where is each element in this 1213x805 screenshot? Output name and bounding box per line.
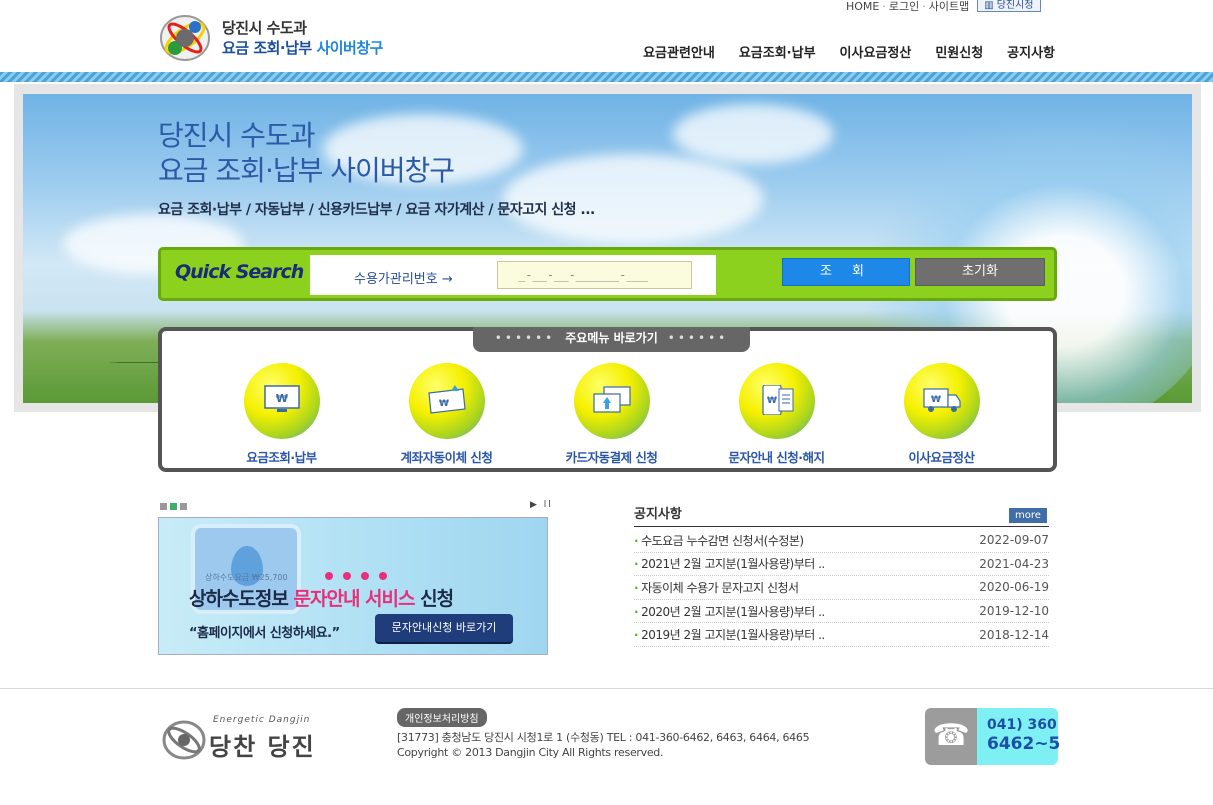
banner-quote: “홈페이지에서 신청하세요.” xyxy=(189,626,340,641)
header-stripe xyxy=(0,72,1213,82)
notice-more-button[interactable]: more xyxy=(1009,508,1047,523)
nav-item-moving-settlement[interactable]: 이사요금정산 xyxy=(840,42,912,61)
phone-number: 041) 360 6462~5 xyxy=(977,708,1060,765)
nav-item-fee-inquiry[interactable]: 요금조회·납부 xyxy=(739,42,816,61)
quick-search-box: 수용가관리번호 → _-__-__-______-___ xyxy=(310,255,716,295)
logo-title: 당진시 수도과 xyxy=(222,19,307,37)
notice-row[interactable]: 수도요금 누수감면 신청서(수정본) 2022-09-07 xyxy=(634,529,1049,553)
water-logo-icon xyxy=(160,15,210,61)
customer-number-input[interactable]: _-__-__-______-___ xyxy=(497,261,692,289)
banner-pager xyxy=(160,503,187,510)
sms-apply-button[interactable]: 문자안내신청 바로가기 xyxy=(375,614,513,642)
shortcut-card-autopay[interactable]: 카드자동결제 신청 xyxy=(529,363,694,466)
notice-row[interactable]: 2020년 2월 고지분(1월사용량)부터 .. 2019-12-10 xyxy=(634,600,1049,624)
reset-button[interactable]: 초기화 xyxy=(915,258,1045,286)
notice-row[interactable]: 2021년 2월 고지분(1월사용량)부터 .. 2021-04-23 xyxy=(634,553,1049,577)
notice-row[interactable]: 2019년 2월 고지분(1월사용량)부터 .. 2018-12-14 xyxy=(634,623,1049,647)
nav-item-fee-info[interactable]: 요금관련안내 xyxy=(643,42,715,61)
shortcut-fee-inquiry[interactable]: ₩ 요금조회·납부 xyxy=(199,363,364,466)
svg-text:₩: ₩ xyxy=(275,392,287,405)
shortcut-sms-notice[interactable]: ₩ 문자안내 신청·해지 xyxy=(694,363,859,466)
building-icon: ▥ xyxy=(984,0,994,11)
cityhall-button[interactable]: ▥ 당진시청 xyxy=(977,0,1041,12)
shortcut-account-autopay[interactable]: ₩ 계좌자동이체 신청 xyxy=(364,363,529,466)
banner-headline: 상하수도정보 문자안내 서비스 신청 xyxy=(189,588,454,610)
separator: · xyxy=(882,0,886,13)
privacy-policy-link[interactable]: 개인정보처리방침 xyxy=(397,708,487,727)
dangjin-logo-icon xyxy=(162,720,206,760)
separator: · xyxy=(922,0,926,13)
main-nav: 요금관련안내 요금조회·납부 이사요금정산 민원신청 공지사항 xyxy=(643,42,1055,61)
footer-address: [31773] 충청남도 당진시 시청1로 1 (수청동) TEL : 041-… xyxy=(397,731,810,759)
home-link[interactable]: HOME xyxy=(846,0,879,13)
notice-board: 공지사항 more 수도요금 누수감면 신청서(수정본) 2022-09-07 … xyxy=(634,503,1049,647)
hero-subtitle: 요금 조회·납부 / 자동납부 / 신용카드납부 / 요금 자가계산 / 문자고… xyxy=(158,202,595,218)
svg-text:₩: ₩ xyxy=(931,395,941,405)
nav-item-notice[interactable]: 공지사항 xyxy=(1007,42,1055,61)
banner-dot[interactable] xyxy=(180,503,187,510)
banner-play-pause[interactable]: ▶ ll xyxy=(530,500,553,510)
login-link[interactable]: 로그인 xyxy=(889,0,919,14)
banner-dot[interactable] xyxy=(160,503,167,510)
banner-fee-text: 상하수도요금 ₩25,700 xyxy=(205,573,288,582)
page: HOME · 로그인 · 사이트맵 ▥ 당진시청 당진시 수도과 요금 조회·납… xyxy=(0,0,1213,805)
banner-dots xyxy=(325,572,387,580)
moving-truck-icon: ₩ xyxy=(922,388,961,412)
sitemap-link[interactable]: 사이트맵 xyxy=(929,0,969,14)
quick-search-logo: Quick Search xyxy=(175,261,304,283)
notice-title: 공지사항 xyxy=(634,507,682,522)
svg-text:₩: ₩ xyxy=(767,396,777,406)
utility-nav: HOME · 로그인 · 사이트맵 ▥ 당진시청 xyxy=(846,0,1041,14)
notice-row[interactable]: 자동이체 수용가 문자고지 신청서 2020-06-19 xyxy=(634,576,1049,600)
monitor-won-icon: ₩ xyxy=(263,385,300,412)
banner-dot-active[interactable] xyxy=(170,503,177,510)
main-menu-tab: •••••• 주요메뉴 바로가기 •••••• xyxy=(473,327,750,352)
hero-title: 당진시 수도과 요금 조회·납부 사이버창구 xyxy=(158,119,455,187)
telephone-icon: ☎ xyxy=(925,708,977,765)
main-menu-panel: •••••• 주요메뉴 바로가기 •••••• ₩ 요금조회·납부 ₩ 계좌자동… xyxy=(158,327,1057,472)
search-button[interactable]: 조 회 xyxy=(782,258,910,286)
nav-item-civil-application[interactable]: 민원신청 xyxy=(935,42,983,61)
sms-service-banner[interactable]: 상하수도요금 ₩25,700 상하수도정보 문자안내 서비스 신청 “홈페이지에… xyxy=(158,517,548,655)
shortcut-moving-settlement[interactable]: ₩ 이사요금정산 xyxy=(859,363,1024,466)
footer-divider xyxy=(0,688,1213,689)
notice-list: 수도요금 누수감면 신청서(수정본) 2022-09-07 2021년 2월 고… xyxy=(634,529,1049,647)
cityhall-button-label: 당진시청 xyxy=(996,0,1034,11)
quick-search-panel: Quick Search 수용가관리번호 → _-__-__-______-__… xyxy=(158,247,1057,301)
site-logo[interactable]: 당진시 수도과 요금 조회·납부 사이버창구 xyxy=(158,12,383,64)
customer-number-label: 수용가관리번호 → xyxy=(354,272,453,287)
card-won-icon xyxy=(592,386,631,413)
svg-text:₩: ₩ xyxy=(439,399,449,409)
logo-subtitle: 요금 조회·납부 사이버창구 xyxy=(222,39,383,57)
bankbook-won-icon: ₩ xyxy=(427,385,466,414)
phone-message-icon: ₩ xyxy=(761,385,793,415)
contact-phone: ☎ 041) 360 6462~5 xyxy=(925,708,1060,765)
